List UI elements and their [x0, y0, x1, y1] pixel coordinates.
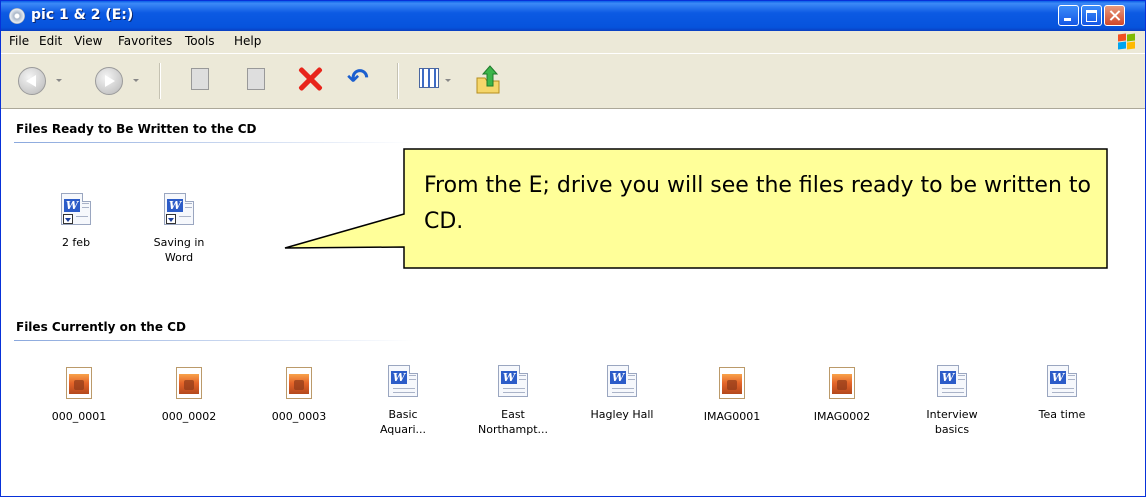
word-document-icon: W: [164, 193, 194, 225]
cd-drive-icon: [9, 8, 25, 24]
menu-file[interactable]: File: [9, 34, 29, 48]
minimize-button[interactable]: [1058, 5, 1079, 26]
file-item[interactable]: W Tea time: [1017, 365, 1107, 422]
section-divider: [14, 142, 414, 143]
explorer-window: pic 1 & 2 (E:) File Edit View Favorites …: [0, 0, 1146, 497]
pending-write-icon: [63, 214, 73, 224]
toolbar-separator: [159, 63, 161, 99]
file-label: Saving in Word: [153, 236, 205, 264]
file-label: Basic Aquari...: [379, 408, 427, 436]
menu-view[interactable]: View: [74, 34, 102, 48]
file-item[interactable]: W Basic Aquari...: [358, 365, 448, 437]
file-label: 000_0002: [161, 410, 217, 423]
window-title: pic 1 & 2 (E:): [31, 7, 134, 23]
image-file-icon: [719, 367, 745, 399]
word-document-icon: W: [61, 193, 91, 225]
write-files-icon[interactable]: [191, 68, 209, 90]
image-file-icon: [176, 367, 202, 399]
back-button[interactable]: [18, 67, 46, 95]
views-icon[interactable]: [419, 68, 439, 88]
file-item[interactable]: IMAG0001: [687, 367, 777, 424]
folder-up-icon[interactable]: [475, 64, 501, 94]
word-document-icon: W: [388, 365, 418, 397]
copy-files-icon[interactable]: [247, 68, 265, 90]
toolbar-separator: [397, 63, 399, 99]
delete-icon[interactable]: [295, 64, 325, 94]
menu-help[interactable]: Help: [234, 34, 261, 48]
file-label: 000_0001: [51, 410, 107, 423]
image-file-icon: [829, 367, 855, 399]
image-file-icon: [286, 367, 312, 399]
file-item[interactable]: W East Northampt...: [468, 365, 558, 437]
menu-bar: File Edit View Favorites Tools Help: [1, 31, 1145, 54]
file-label: East Northampt...: [477, 408, 548, 436]
file-item[interactable]: 000_0003: [254, 367, 344, 424]
file-label: IMAG0001: [703, 410, 761, 423]
toolbar: ↶: [1, 54, 1145, 109]
file-item[interactable]: W Interview basics: [907, 365, 997, 437]
word-document-icon: W: [1047, 365, 1077, 397]
menu-tools[interactable]: Tools: [185, 34, 215, 48]
file-item[interactable]: 000_0001: [34, 367, 124, 424]
file-label: Interview basics: [926, 408, 978, 436]
file-label: IMAG0002: [813, 410, 871, 423]
maximize-button[interactable]: [1081, 5, 1102, 26]
windows-logo-icon: [1117, 33, 1135, 50]
forward-icon: [105, 75, 115, 87]
section-title-current: Files Currently on the CD: [16, 320, 186, 334]
pending-write-icon: [166, 214, 176, 224]
image-file-icon: [66, 367, 92, 399]
word-document-icon: W: [498, 365, 528, 397]
word-document-icon: W: [937, 365, 967, 397]
file-item[interactable]: W Saving in Word: [134, 193, 224, 265]
back-icon: [26, 75, 36, 87]
close-button[interactable]: [1104, 5, 1125, 26]
file-label: Hagley Hall: [590, 408, 654, 421]
file-item[interactable]: IMAG0002: [797, 367, 887, 424]
undo-icon[interactable]: ↶: [347, 66, 375, 92]
views-dropdown-icon[interactable]: [445, 79, 451, 82]
title-bar[interactable]: pic 1 & 2 (E:): [1, 1, 1145, 31]
forward-button[interactable]: [95, 67, 123, 95]
menu-favorites[interactable]: Favorites: [118, 34, 172, 48]
section-title-ready: Files Ready to Be Written to the CD: [16, 122, 257, 136]
file-item[interactable]: W 2 feb: [31, 193, 121, 250]
section-divider: [14, 340, 414, 341]
file-item[interactable]: W Hagley Hall: [577, 365, 667, 422]
file-label: 000_0003: [271, 410, 327, 423]
forward-dropdown-icon[interactable]: [133, 79, 139, 82]
callout-text: From the E; drive you will see the files…: [424, 173, 1091, 234]
file-label: 2 feb: [61, 236, 91, 249]
menu-edit[interactable]: Edit: [39, 34, 62, 48]
file-label: Tea time: [1038, 408, 1086, 421]
file-item[interactable]: 000_0002: [144, 367, 234, 424]
back-dropdown-icon[interactable]: [56, 79, 62, 82]
word-document-icon: W: [607, 365, 637, 397]
